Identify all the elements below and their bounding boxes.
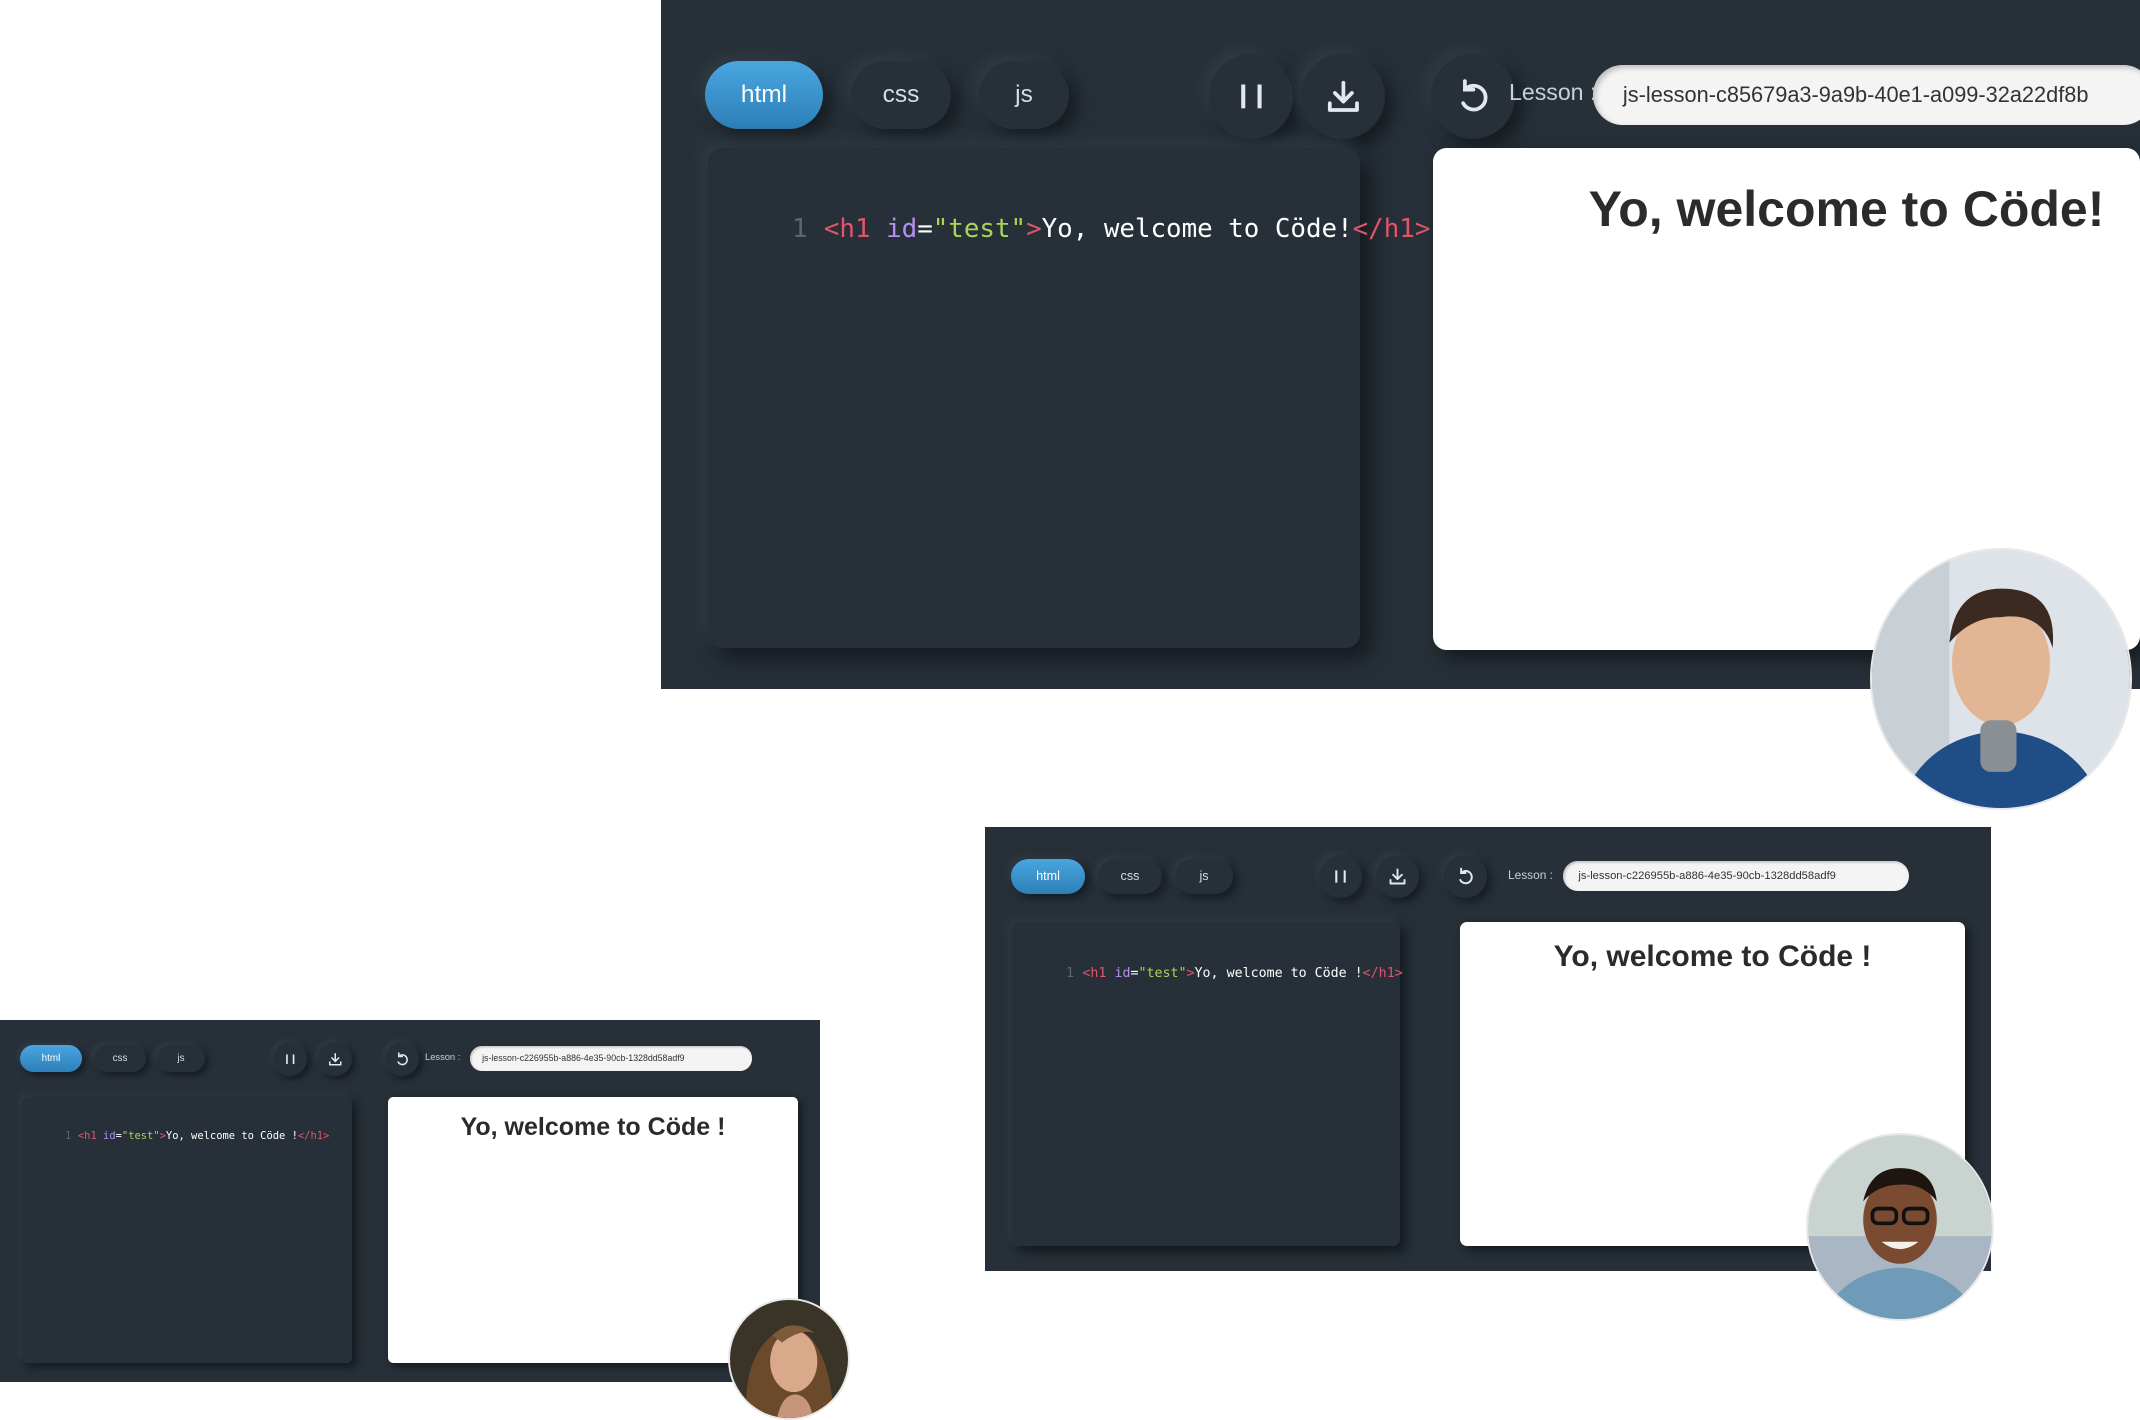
- pause-icon: [1335, 870, 1346, 883]
- line-number: 1: [1066, 966, 1075, 981]
- pause-icon: [285, 1054, 295, 1064]
- code-tag-open: <h1: [823, 214, 871, 244]
- code-attr: id: [870, 214, 918, 244]
- code-tag-close: </h1>: [1352, 214, 1431, 244]
- lesson-label: Lesson :: [1509, 78, 1597, 105]
- code-attr: id: [1106, 966, 1131, 981]
- download-button[interactable]: [1376, 855, 1420, 899]
- preview-pane: Yo, welcome to Cöde !: [388, 1097, 798, 1363]
- code-gt: >: [1186, 966, 1195, 981]
- code-editor[interactable]: 1 <h1 id="test">Yo, welcome to Cöde!</h1>: [708, 148, 1430, 648]
- code-eq: =: [917, 214, 933, 244]
- presenter-avatar-woman: [728, 1298, 850, 1420]
- pause-icon: [1240, 84, 1262, 109]
- code-line-1: 1 <h1 id="test">Yo, welcome to Cöde !</h1…: [65, 1130, 329, 1142]
- reload-button[interactable]: [1444, 855, 1488, 899]
- preview-heading: Yo, welcome to Cöde!: [1588, 181, 2105, 237]
- presenter-avatar-man: [1870, 548, 2132, 810]
- code-string: "test": [1138, 966, 1187, 981]
- code-editor[interactable]: 1 <h1 id="test">Yo, welcome to Cöde !</h1…: [22, 1097, 352, 1363]
- tab-js[interactable]: js: [157, 1044, 205, 1073]
- presenter-avatar-young-man: [1806, 1133, 1994, 1321]
- pause-button[interactable]: [273, 1042, 308, 1077]
- lesson-id-input[interactable]: js-lesson-c226955b-a886-4e35-90cb-1328dd…: [1563, 860, 1909, 892]
- code-gt: >: [1026, 214, 1042, 244]
- code-line-1: 1 <h1 id="test">Yo, welcome to Cöde!</h1>: [792, 214, 1430, 244]
- reload-button[interactable]: [1431, 54, 1516, 139]
- code-editor[interactable]: 1 <h1 id="test">Yo, welcome to Cöde !</h1…: [1012, 922, 1403, 1246]
- code-tag-close: </h1>: [1362, 966, 1403, 981]
- code-string: "test": [932, 214, 1027, 244]
- line-number: 1: [65, 1130, 72, 1142]
- code-tag-close: </h1>: [297, 1130, 330, 1142]
- tab-css[interactable]: css: [851, 61, 951, 130]
- tab-css[interactable]: css: [1098, 858, 1162, 894]
- download-icon: [1389, 868, 1406, 885]
- code-tag-open: <h1: [1082, 966, 1107, 981]
- reload-button[interactable]: [385, 1042, 420, 1077]
- line-number: 1: [792, 214, 808, 244]
- tab-js[interactable]: js: [979, 61, 1069, 130]
- download-icon: [328, 1052, 342, 1066]
- pause-button[interactable]: [1209, 54, 1294, 139]
- preview-heading: Yo, welcome to Cöde !: [1553, 940, 1872, 973]
- preview-heading: Yo, welcome to Cöde !: [460, 1113, 726, 1141]
- code-tag-open: <h1: [77, 1130, 97, 1142]
- code-text: Yo, welcome to Cöde !: [1194, 966, 1363, 981]
- code-text: Yo, welcome to Cöde!: [1041, 214, 1353, 244]
- tab-html[interactable]: html: [1011, 858, 1085, 894]
- code-string: "test": [121, 1130, 160, 1142]
- tab-css[interactable]: css: [94, 1044, 146, 1073]
- code-text: Yo, welcome to Cöde !: [165, 1130, 298, 1142]
- pause-button[interactable]: [1319, 855, 1363, 899]
- tab-html[interactable]: html: [20, 1044, 82, 1073]
- lesson-id-input[interactable]: js-lesson-c226955b-a886-4e35-90cb-1328dd…: [470, 1046, 752, 1071]
- download-button[interactable]: [1301, 54, 1386, 139]
- code-attr: id: [96, 1130, 116, 1142]
- download-button[interactable]: [318, 1042, 353, 1077]
- tab-html[interactable]: html: [705, 61, 823, 130]
- reload-icon: [1459, 867, 1473, 885]
- code-line-1: 1 <h1 id="test">Yo, welcome to Cöde !</h1…: [1066, 966, 1403, 981]
- lesson-label: Lesson :: [1508, 867, 1553, 882]
- tab-js[interactable]: js: [1175, 858, 1233, 894]
- editor-screen-small: html css js Lesson : js-lesson-c226955b-…: [0, 1020, 820, 1382]
- reload-icon: [397, 1052, 408, 1066]
- download-icon: [1327, 81, 1359, 113]
- lesson-label: Lesson :: [425, 1051, 461, 1062]
- reload-icon: [1461, 79, 1488, 112]
- lesson-id-input[interactable]: js-lesson-c85679a3-9a9b-40e1-a099-32a22d…: [1593, 65, 2140, 126]
